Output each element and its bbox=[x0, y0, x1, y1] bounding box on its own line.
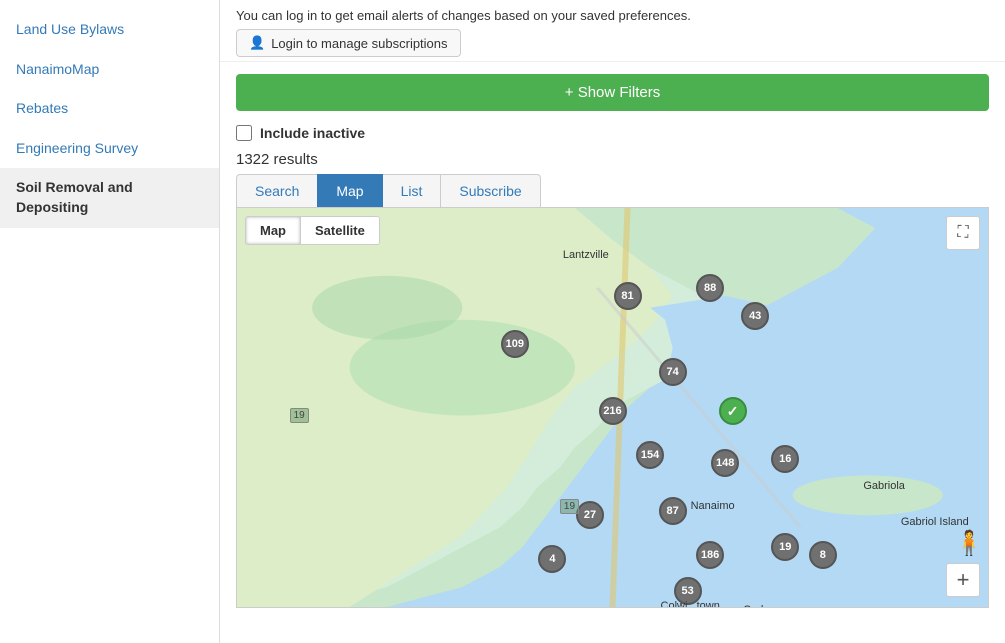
include-inactive-label[interactable]: Include inactive bbox=[260, 125, 365, 141]
map-marker-148[interactable]: 148 bbox=[711, 449, 739, 477]
map-view-toggle: MapSatellite bbox=[245, 216, 380, 245]
map-marker-216[interactable]: 216 bbox=[599, 397, 627, 425]
map-label-colwi...town: Colwi...town bbox=[658, 599, 723, 608]
results-number: 1322 bbox=[236, 151, 269, 168]
person-icon: 🧍 bbox=[954, 529, 980, 555]
map-marker-27[interactable]: 27 bbox=[576, 501, 604, 529]
map-marker-8[interactable]: 8 bbox=[809, 541, 837, 569]
map-label-cedar: Cedar bbox=[740, 603, 776, 608]
map-marker-19[interactable]: 19 bbox=[771, 533, 799, 561]
fullscreen-icon: ⛶ bbox=[957, 224, 968, 242]
sidebar-item-rebates[interactable]: Rebates bbox=[0, 89, 219, 129]
sidebar: Land Use BylawsNanaimoMapRebatesEngineer… bbox=[0, 0, 220, 643]
show-filters-button[interactable]: + Show Filters bbox=[236, 74, 989, 111]
sidebar-item-soil-removal-and-depositing[interactable]: Soil Removal and Depositing bbox=[0, 168, 219, 227]
alert-message: You can log in to get email alerts of ch… bbox=[236, 8, 691, 23]
sidebar-item-nanaimomap[interactable]: NanaimoMap bbox=[0, 50, 219, 90]
map-marker-16[interactable]: 16 bbox=[771, 445, 799, 473]
road-label-19: 19 bbox=[290, 408, 309, 423]
alert-bar: You can log in to get email alerts of ch… bbox=[220, 0, 1005, 62]
tab-map[interactable]: Map bbox=[317, 174, 382, 207]
map-marker-74[interactable]: 74 bbox=[659, 358, 687, 386]
include-inactive-checkbox[interactable] bbox=[236, 125, 252, 141]
sidebar-item-engineering-survey[interactable]: Engineering Survey bbox=[0, 129, 219, 169]
map-toggle-satellite[interactable]: Satellite bbox=[301, 217, 379, 244]
show-filters-label: + Show Filters bbox=[565, 84, 660, 101]
map-marker-186[interactable]: 186 bbox=[696, 541, 724, 569]
map-marker-88[interactable]: 88 bbox=[696, 274, 724, 302]
map-marker-43[interactable]: 43 bbox=[741, 302, 769, 330]
map-marker-4[interactable]: 4 bbox=[538, 545, 566, 573]
results-count: 1322 results bbox=[220, 147, 1005, 174]
map-marker-81[interactable]: 81 bbox=[614, 282, 642, 310]
map-container[interactable]: MapSatellite ⛶ 81 88 109 43 74 216 ✓ 154 148 16 27… bbox=[236, 208, 989, 608]
tab-subscribe[interactable]: Subscribe bbox=[440, 174, 540, 207]
login-button-label: Login to manage subscriptions bbox=[271, 36, 447, 51]
map-label-lantzville: Lantzville bbox=[560, 248, 612, 262]
map-marker-green-6[interactable]: ✓ bbox=[719, 397, 747, 425]
road-label-19b: 19 bbox=[560, 499, 579, 514]
map-marker-154[interactable]: 154 bbox=[636, 441, 664, 469]
user-icon: 👤 bbox=[249, 35, 265, 51]
zoom-in-icon: + bbox=[957, 567, 970, 593]
tab-list[interactable]: List bbox=[382, 174, 442, 207]
login-button[interactable]: 👤 Login to manage subscriptions bbox=[236, 29, 461, 57]
tab-search[interactable]: Search bbox=[236, 174, 318, 207]
map-label-gabriola: Gabriola bbox=[860, 479, 908, 493]
tabs-bar: SearchMapListSubscribe bbox=[236, 174, 989, 208]
zoom-in-button[interactable]: + bbox=[946, 563, 980, 597]
map-label-nanaimo: Nanaimo bbox=[688, 499, 738, 513]
sidebar-item-land-use-bylaws[interactable]: Land Use Bylaws bbox=[0, 10, 219, 50]
map-marker-87[interactable]: 87 bbox=[659, 497, 687, 525]
map-toggle-map[interactable]: Map bbox=[246, 217, 301, 244]
results-suffix: results bbox=[269, 151, 317, 168]
map-label-gabriol-island: Gabriol Island bbox=[898, 515, 972, 529]
include-inactive-row: Include inactive bbox=[220, 119, 1005, 147]
map-marker-109[interactable]: 109 bbox=[501, 330, 529, 358]
fullscreen-button[interactable]: ⛶ bbox=[946, 216, 980, 250]
main-content: You can log in to get email alerts of ch… bbox=[220, 0, 1005, 643]
